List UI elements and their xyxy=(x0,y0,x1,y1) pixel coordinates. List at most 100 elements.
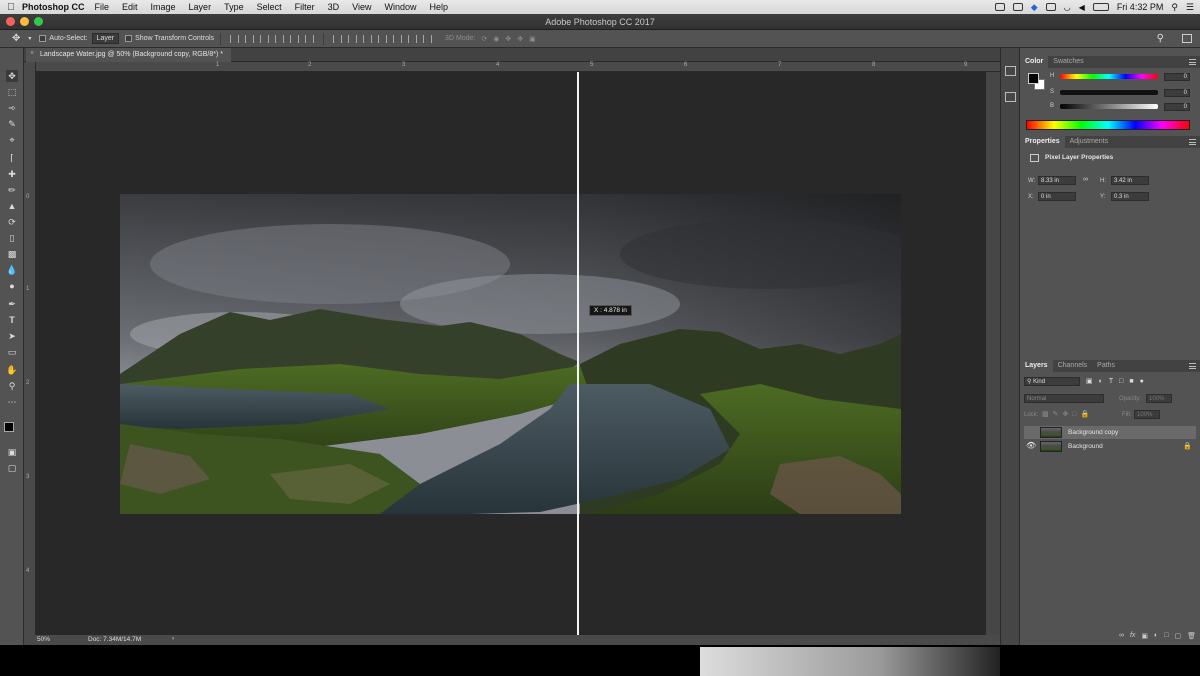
path-selection-tool-icon[interactable]: ➤ xyxy=(6,330,18,342)
align-vcenter-icon[interactable] xyxy=(245,34,255,43)
menu-edit[interactable]: Edit xyxy=(122,2,138,12)
align-right-icon[interactable] xyxy=(305,34,315,43)
eraser-tool-icon[interactable]: ▯ xyxy=(6,232,18,244)
width-field[interactable]: 8.33 in xyxy=(1038,176,1076,185)
distribute-right-icon[interactable] xyxy=(408,34,418,43)
align-left-icon[interactable] xyxy=(275,34,285,43)
distribute-top-icon[interactable] xyxy=(333,34,343,43)
status-app-icon[interactable] xyxy=(994,3,1005,11)
layer-filter-dropdown[interactable]: ⚲ Kind xyxy=(1024,377,1080,386)
character-panel-icon[interactable] xyxy=(1005,92,1016,102)
saturation-slider[interactable] xyxy=(1060,90,1158,95)
tab-channels[interactable]: Channels xyxy=(1053,360,1093,372)
distribute-bottom-icon[interactable] xyxy=(363,34,373,43)
type-tool-icon[interactable]: T xyxy=(6,314,18,326)
distribute-vcenter-icon[interactable] xyxy=(348,34,358,43)
distribute-left-icon[interactable] xyxy=(378,34,388,43)
add-mask-icon[interactable]: ▣ xyxy=(1141,632,1148,642)
pen-tool-icon[interactable]: ✒ xyxy=(6,298,18,310)
crop-tool-icon[interactable]: ⌖ xyxy=(6,134,18,146)
align-bottom-icon[interactable] xyxy=(260,34,270,43)
clone-stamp-tool-icon[interactable]: ▲ xyxy=(6,200,18,212)
ruler-horizontal[interactable]: 1 2 3 4 5 6 7 8 9 xyxy=(36,62,1000,72)
x-position-field[interactable]: 0 in xyxy=(1038,192,1076,201)
lasso-tool-icon[interactable]: ➾ xyxy=(6,102,18,114)
battery-icon[interactable] xyxy=(1092,3,1109,11)
hand-tool-icon[interactable]: ✋ xyxy=(6,364,18,376)
app-menu[interactable]: Photoshop CC xyxy=(22,2,85,12)
menu-view[interactable]: View xyxy=(352,2,371,12)
hue-value[interactable]: 0 xyxy=(1164,73,1190,81)
align-hcenter-icon[interactable] xyxy=(290,34,300,43)
menu-window[interactable]: Window xyxy=(384,2,416,12)
tab-swatches[interactable]: Swatches xyxy=(1048,56,1088,68)
layer-name[interactable]: Background xyxy=(1068,443,1103,450)
workspace-icon[interactable] xyxy=(1182,34,1192,43)
auto-select-dropdown[interactable]: Layer xyxy=(91,33,120,44)
panel-menu-icon[interactable] xyxy=(1189,59,1196,65)
menu-file[interactable]: File xyxy=(95,2,110,12)
delete-layer-icon[interactable]: 🗑 xyxy=(1187,632,1196,642)
history-panel-icon[interactable] xyxy=(1005,66,1016,76)
layer-row-background-copy[interactable]: Background copy xyxy=(1024,426,1196,439)
tab-adjustments[interactable]: Adjustments xyxy=(1065,136,1114,148)
brightness-slider[interactable] xyxy=(1060,104,1158,109)
layer-name[interactable]: Background copy xyxy=(1068,429,1118,436)
volume-icon[interactable]: ◀ xyxy=(1079,3,1085,12)
new-layer-icon[interactable]: ▢ xyxy=(1174,632,1181,642)
lock-icons[interactable]: ▩✎✥□🔒 xyxy=(1042,410,1093,418)
3d-mode-icons[interactable]: ⟳◉✥✥▣ xyxy=(481,35,541,43)
visibility-toggle[interactable] xyxy=(1026,428,1034,436)
hue-slider[interactable] xyxy=(1060,74,1158,79)
dodge-tool-icon[interactable]: ● xyxy=(6,280,18,292)
blur-tool-icon[interactable]: 💧 xyxy=(6,264,18,276)
move-tool-icon[interactable]: ✥ xyxy=(12,33,20,44)
tab-properties[interactable]: Properties xyxy=(1020,136,1065,148)
canvas-scroll-area[interactable] xyxy=(986,72,1000,635)
link-dimensions-icon[interactable]: ∞ xyxy=(1083,176,1088,183)
vertical-guide[interactable] xyxy=(577,72,579,635)
layer-filter-icons[interactable]: ▣◐T□■● xyxy=(1086,377,1150,385)
gradient-tool-icon[interactable]: ▩ xyxy=(6,248,18,260)
fill-field[interactable]: 100% xyxy=(1134,410,1160,419)
color-spectrum-ramp[interactable] xyxy=(1026,120,1190,130)
saturation-value[interactable]: 0 xyxy=(1164,89,1190,97)
tool-preset-chevron-icon[interactable]: ▾ xyxy=(28,35,31,42)
layer-row-background[interactable]: 👁 Background 🔒 xyxy=(1024,440,1196,453)
auto-align-icon[interactable] xyxy=(423,34,433,43)
quick-select-tool-icon[interactable]: ✎ xyxy=(6,118,18,130)
zoom-tool-icon[interactable]: ⚲ xyxy=(6,380,18,392)
auto-select-checkbox[interactable] xyxy=(39,35,47,42)
layer-style-icon[interactable]: fx xyxy=(1130,632,1135,642)
menu-layer[interactable]: Layer xyxy=(189,2,212,12)
menu-3d[interactable]: 3D xyxy=(328,2,340,12)
panel-menu-icon[interactable] xyxy=(1189,363,1196,369)
lock-icon[interactable]: 🔒 xyxy=(1183,442,1192,450)
rectangle-tool-icon[interactable]: ▭ xyxy=(6,346,18,358)
eye-icon[interactable]: 👁 xyxy=(1026,441,1036,450)
display-icon[interactable] xyxy=(1045,3,1056,11)
transform-controls-checkbox[interactable] xyxy=(125,35,133,42)
align-top-icon[interactable] xyxy=(230,34,240,43)
move-tool-icon[interactable]: ✥ xyxy=(6,70,18,82)
blend-mode-dropdown[interactable]: Normal xyxy=(1024,394,1104,403)
document-tab[interactable]: × Landscape Water.jpg @ 50% (Background … xyxy=(26,48,231,62)
link-layers-icon[interactable]: ∞ xyxy=(1119,632,1124,642)
more-tools-icon[interactable]: ⋯ xyxy=(6,396,18,408)
apple-icon[interactable]:  xyxy=(0,2,22,13)
adjustment-layer-icon[interactable]: ◐ xyxy=(1154,632,1158,642)
tab-paths[interactable]: Paths xyxy=(1092,360,1120,372)
close-tab-icon[interactable]: × xyxy=(30,50,34,57)
screen-mode-icon[interactable]: ▢ xyxy=(6,462,18,474)
dropbox-icon[interactable]: ◆ xyxy=(1031,2,1038,13)
search-icon[interactable]: ⚲ xyxy=(1157,33,1164,44)
brush-tool-icon[interactable]: ✏ xyxy=(6,184,18,196)
menu-select[interactable]: Select xyxy=(257,2,282,12)
panel-menu-icon[interactable] xyxy=(1189,139,1196,145)
menu-filter[interactable]: Filter xyxy=(295,2,315,12)
menu-clock[interactable]: Fri 4:32 PM xyxy=(1117,2,1164,12)
opacity-field[interactable]: 100% xyxy=(1146,394,1172,403)
foreground-color-swatch[interactable] xyxy=(4,422,14,432)
status-app-icon[interactable] xyxy=(1012,3,1023,11)
foreground-color-chip[interactable] xyxy=(1028,73,1039,84)
